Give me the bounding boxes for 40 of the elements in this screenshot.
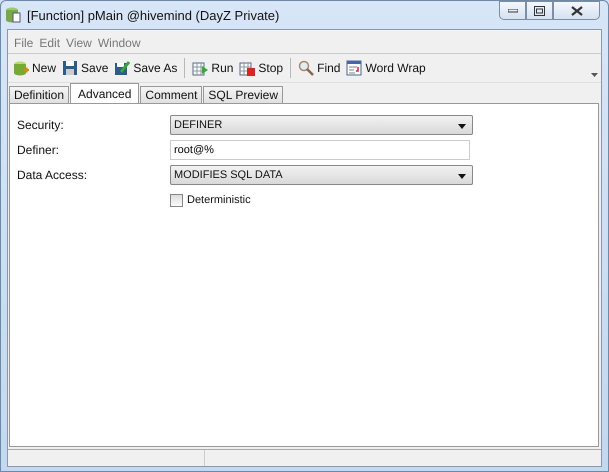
dropdown[interactable]: MODIFIES SQL DATA <box>170 165 473 185</box>
grid-stop-icon <box>239 60 256 76</box>
menu-item[interactable]: View <box>63 36 95 50</box>
toolbar-button[interactable]: Save <box>59 57 112 79</box>
field-label: Security: <box>17 118 65 132</box>
menu-item[interactable]: Window <box>94 36 144 50</box>
toolbar-button[interactable]: Run <box>189 57 236 79</box>
toolbar-button[interactable]: Word Wrap <box>343 57 429 79</box>
caret-icon <box>458 124 466 128</box>
menu-item[interactable]: File <box>11 36 36 50</box>
field-label: Definer: <box>17 143 60 157</box>
maximize-button[interactable] <box>526 1 553 20</box>
toolbar-button[interactable]: Stop <box>236 57 286 79</box>
tab[interactable]: Definition <box>9 86 70 103</box>
save-as-icon <box>114 60 130 76</box>
caret-icon <box>458 174 466 178</box>
minimize-button[interactable] <box>499 1 526 20</box>
menu-item[interactable]: Edit <box>36 36 64 50</box>
tab[interactable]: Comment <box>140 86 202 103</box>
checkbox[interactable] <box>170 194 183 206</box>
toolbar-button[interactable]: Save As <box>111 57 180 79</box>
database-icon <box>13 60 29 76</box>
input-field[interactable]: root@% <box>170 140 470 160</box>
grid-play-icon <box>192 60 208 76</box>
close-button[interactable] <box>553 1 600 20</box>
magnifier-icon <box>298 60 314 76</box>
overflow-arrow-icon[interactable] <box>591 73 598 77</box>
tab[interactable]: Advanced <box>70 83 140 103</box>
maximize-icon <box>534 6 545 16</box>
dropdown[interactable]: DEFINER <box>170 115 473 135</box>
toolbar-button[interactable]: Find <box>295 57 344 79</box>
window-title: [Function] pMain @hivemind (DayZ Private) <box>27 8 280 22</box>
checkbox-label: Deterministic <box>187 194 251 206</box>
word-wrap-icon <box>346 60 362 76</box>
field-label: Data Access: <box>17 168 88 182</box>
close-icon <box>570 6 582 16</box>
toolbar-button[interactable]: New <box>10 57 60 79</box>
minimize-icon <box>508 8 518 12</box>
database-icon <box>5 6 21 24</box>
tab[interactable]: SQL Preview <box>203 86 284 103</box>
